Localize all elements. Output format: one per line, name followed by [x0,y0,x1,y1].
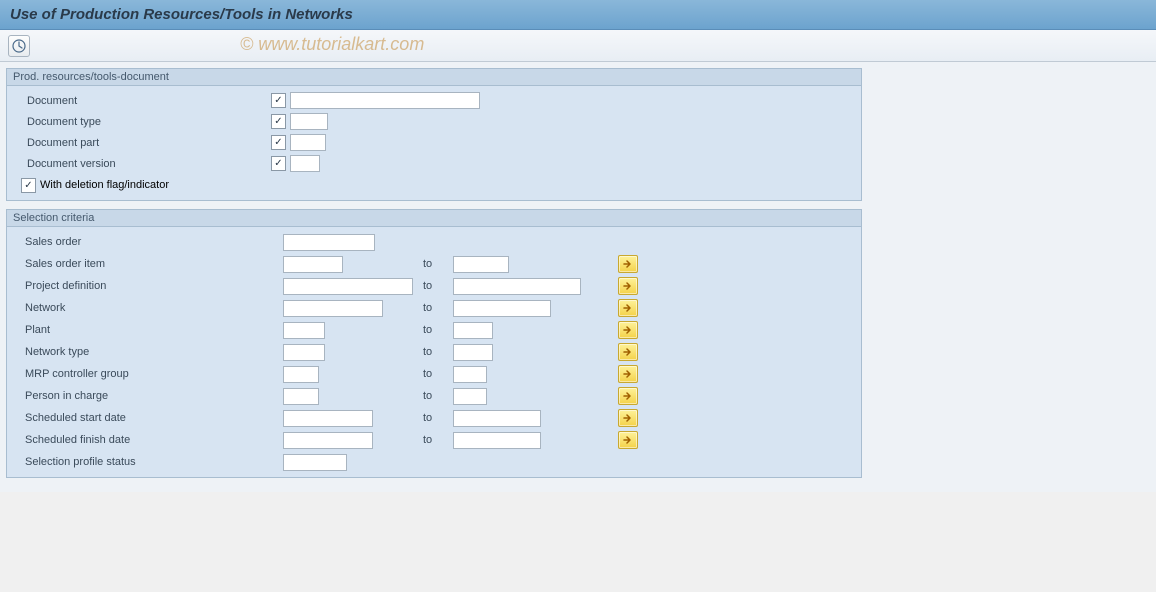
selection-label: Plant [11,324,283,336]
deletion-flag-row: With deletion flag/indicator [7,174,861,196]
field-label: Document [11,95,271,107]
selection-label: Network [11,302,283,314]
required-checkbox[interactable] [271,93,286,108]
deletion-flag-label: With deletion flag/indicator [40,179,169,191]
selection-row: Plant to [7,319,861,341]
selection-label: Sales order [11,236,283,248]
selection-label: Sales order item [11,258,283,270]
execute-button[interactable] [8,35,30,57]
toolbar: © www.tutorialkart.com [0,30,1156,62]
from-input[interactable] [283,256,343,273]
to-input[interactable] [453,256,509,273]
doc-row: Document [7,90,861,111]
selection-label: Person in charge [11,390,283,402]
multiple-selection-button[interactable] [618,277,638,295]
arrow-right-icon [623,348,633,356]
doc-input[interactable] [290,134,326,151]
to-input[interactable] [453,322,493,339]
doc-row: Document part [7,132,861,153]
watermark-text: © www.tutorialkart.com [240,34,424,55]
multiple-selection-button[interactable] [618,321,638,339]
from-input[interactable] [283,366,319,383]
from-input[interactable] [283,234,375,251]
multiple-selection-button[interactable] [618,387,638,405]
multiple-selection-button[interactable] [618,365,638,383]
selection-row: Person in charge to [7,385,861,407]
selection-label: Scheduled start date [11,412,283,424]
to-input[interactable] [453,278,581,295]
doc-row: Document version [7,153,861,174]
selection-label: Network type [11,346,283,358]
to-label: to [423,324,453,336]
field-label: Document version [11,158,271,170]
to-input[interactable] [453,410,541,427]
arrow-right-icon [623,282,633,290]
doc-input[interactable] [290,155,320,172]
selection-row: MRP controller group to [7,363,861,385]
selection-row: Sales order item to [7,253,861,275]
selection-row: Network type to [7,341,861,363]
from-input[interactable] [283,432,373,449]
to-input[interactable] [453,300,551,317]
from-input[interactable] [283,410,373,427]
required-checkbox[interactable] [271,114,286,129]
to-label: to [423,434,453,446]
to-label: to [423,368,453,380]
field-label: Document type [11,116,271,128]
to-input[interactable] [453,366,487,383]
multiple-selection-button[interactable] [618,255,638,273]
selection-row: Sales order [7,231,861,253]
arrow-right-icon [623,392,633,400]
to-label: to [423,390,453,402]
to-label: to [423,280,453,292]
selection-row: Scheduled finish date to [7,429,861,451]
arrow-right-icon [623,326,633,334]
page-title: Use of Production Resources/Tools in Net… [10,6,353,23]
field-label: Document part [11,137,271,149]
doc-input[interactable] [290,113,328,130]
group-prod-resources: Prod. resources/tools-document Document D… [6,68,862,201]
to-input[interactable] [453,432,541,449]
to-label: to [423,346,453,358]
arrow-right-icon [623,414,633,422]
group-selection-criteria: Selection criteria Sales order Sales orde… [6,209,862,478]
group-title-selection: Selection criteria [7,210,861,227]
arrow-right-icon [623,370,633,378]
to-input[interactable] [453,388,487,405]
selection-label: Selection profile status [11,456,283,468]
doc-row: Document type [7,111,861,132]
content-area: Prod. resources/tools-document Document D… [0,62,1156,492]
to-input[interactable] [453,344,493,361]
doc-input[interactable] [290,92,480,109]
deletion-flag-checkbox[interactable] [21,178,36,193]
to-label: to [423,412,453,424]
from-input[interactable] [283,388,319,405]
multiple-selection-button[interactable] [618,299,638,317]
arrow-right-icon [623,436,633,444]
from-input[interactable] [283,322,325,339]
selection-label: MRP controller group [11,368,283,380]
selection-label: Scheduled finish date [11,434,283,446]
from-input[interactable] [283,278,413,295]
group-title-prod: Prod. resources/tools-document [7,69,861,86]
required-checkbox[interactable] [271,135,286,150]
selection-row: Network to [7,297,861,319]
multiple-selection-button[interactable] [618,343,638,361]
from-input[interactable] [283,344,325,361]
selection-label: Project definition [11,280,283,292]
to-label: to [423,302,453,314]
selection-row: Scheduled start date to [7,407,861,429]
arrow-right-icon [623,260,633,268]
clock-execute-icon [12,39,26,53]
multiple-selection-button[interactable] [618,409,638,427]
selection-row: Selection profile status [7,451,861,473]
from-input[interactable] [283,454,347,471]
title-bar: Use of Production Resources/Tools in Net… [0,0,1156,30]
arrow-right-icon [623,304,633,312]
selection-row: Project definition to [7,275,861,297]
to-label: to [423,258,453,270]
multiple-selection-button[interactable] [618,431,638,449]
from-input[interactable] [283,300,383,317]
required-checkbox[interactable] [271,156,286,171]
